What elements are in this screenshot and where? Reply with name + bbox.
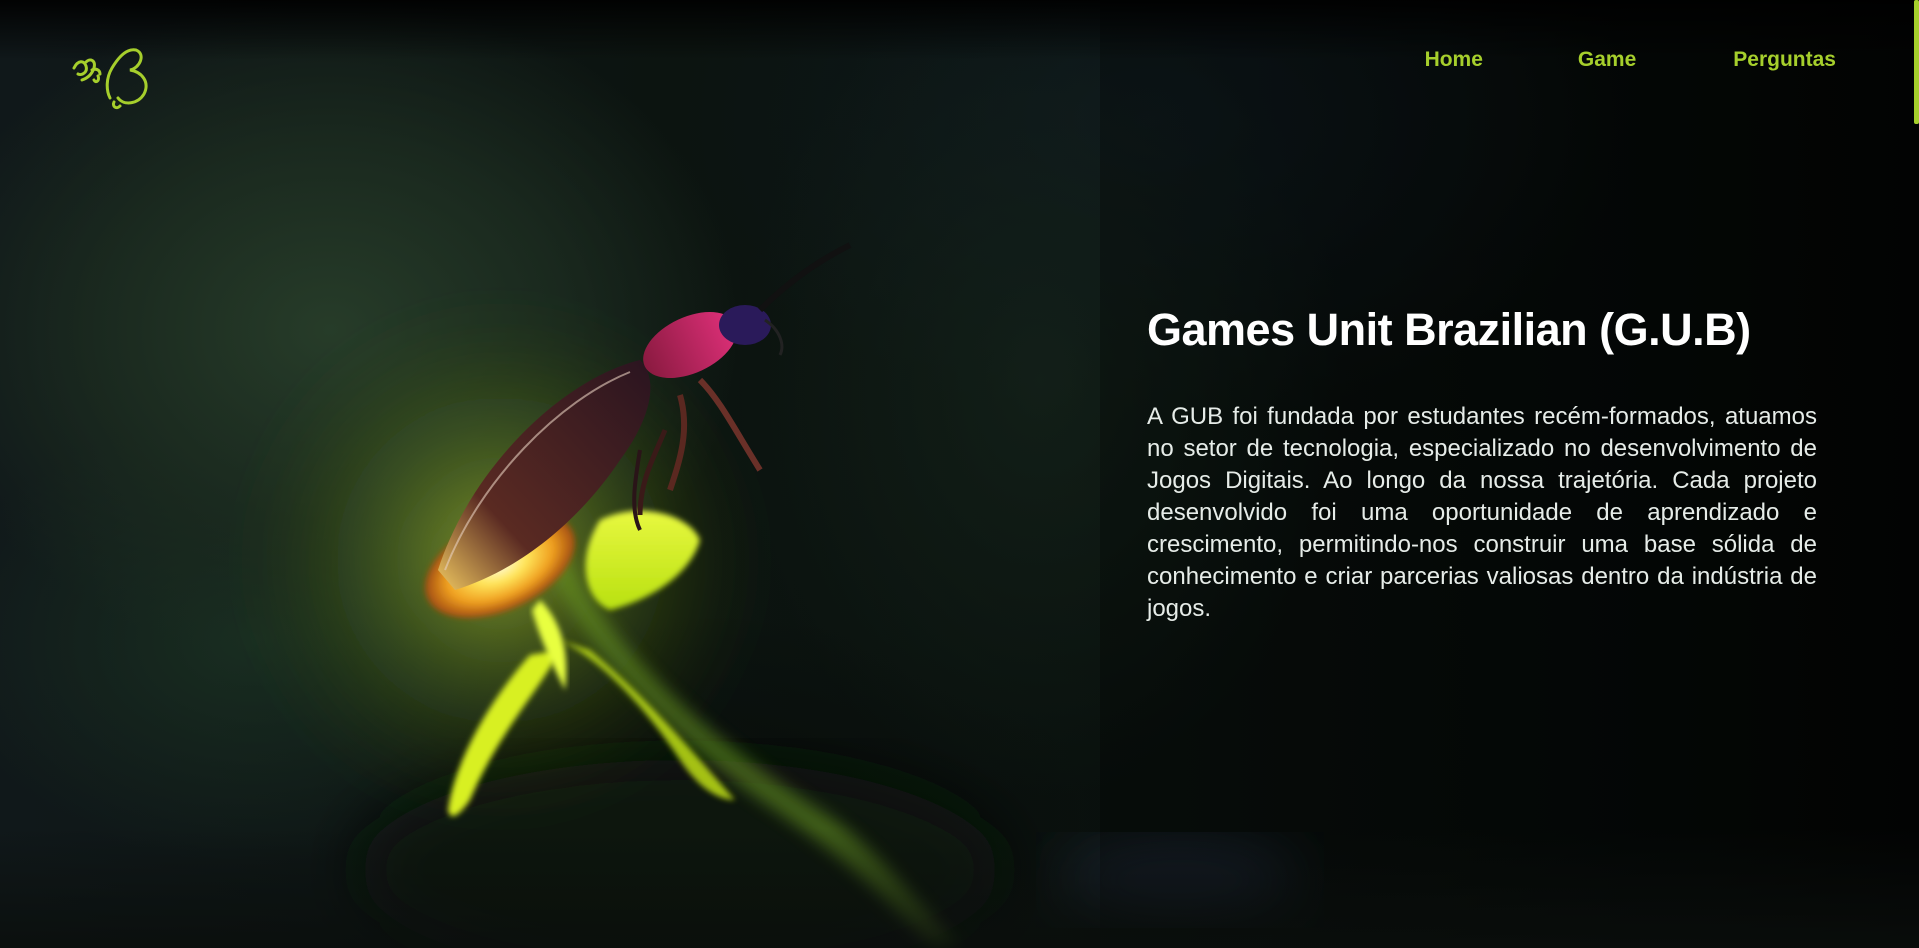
main-nav: Home Game Perguntas bbox=[1425, 48, 1836, 72]
hero-description: A GUB foi fundada por estudantes recém-f… bbox=[1147, 403, 1817, 622]
nav-link-perguntas[interactable]: Perguntas bbox=[1733, 48, 1836, 72]
nav-link-home[interactable]: Home bbox=[1425, 48, 1483, 72]
page-scrollbar[interactable] bbox=[1914, 0, 1919, 124]
nav-link-game[interactable]: Game bbox=[1578, 48, 1636, 72]
landing-page: Home Game Perguntas Games Unit Brazilian… bbox=[0, 0, 1919, 948]
hero-section: Games Unit Brazilian (G.U.B) A GUB foi f… bbox=[1147, 300, 1817, 625]
bottom-shadow bbox=[0, 828, 1919, 948]
gub-logo[interactable] bbox=[70, 40, 150, 115]
hero-title: Games Unit Brazilian (G.U.B) bbox=[1147, 304, 1751, 355]
